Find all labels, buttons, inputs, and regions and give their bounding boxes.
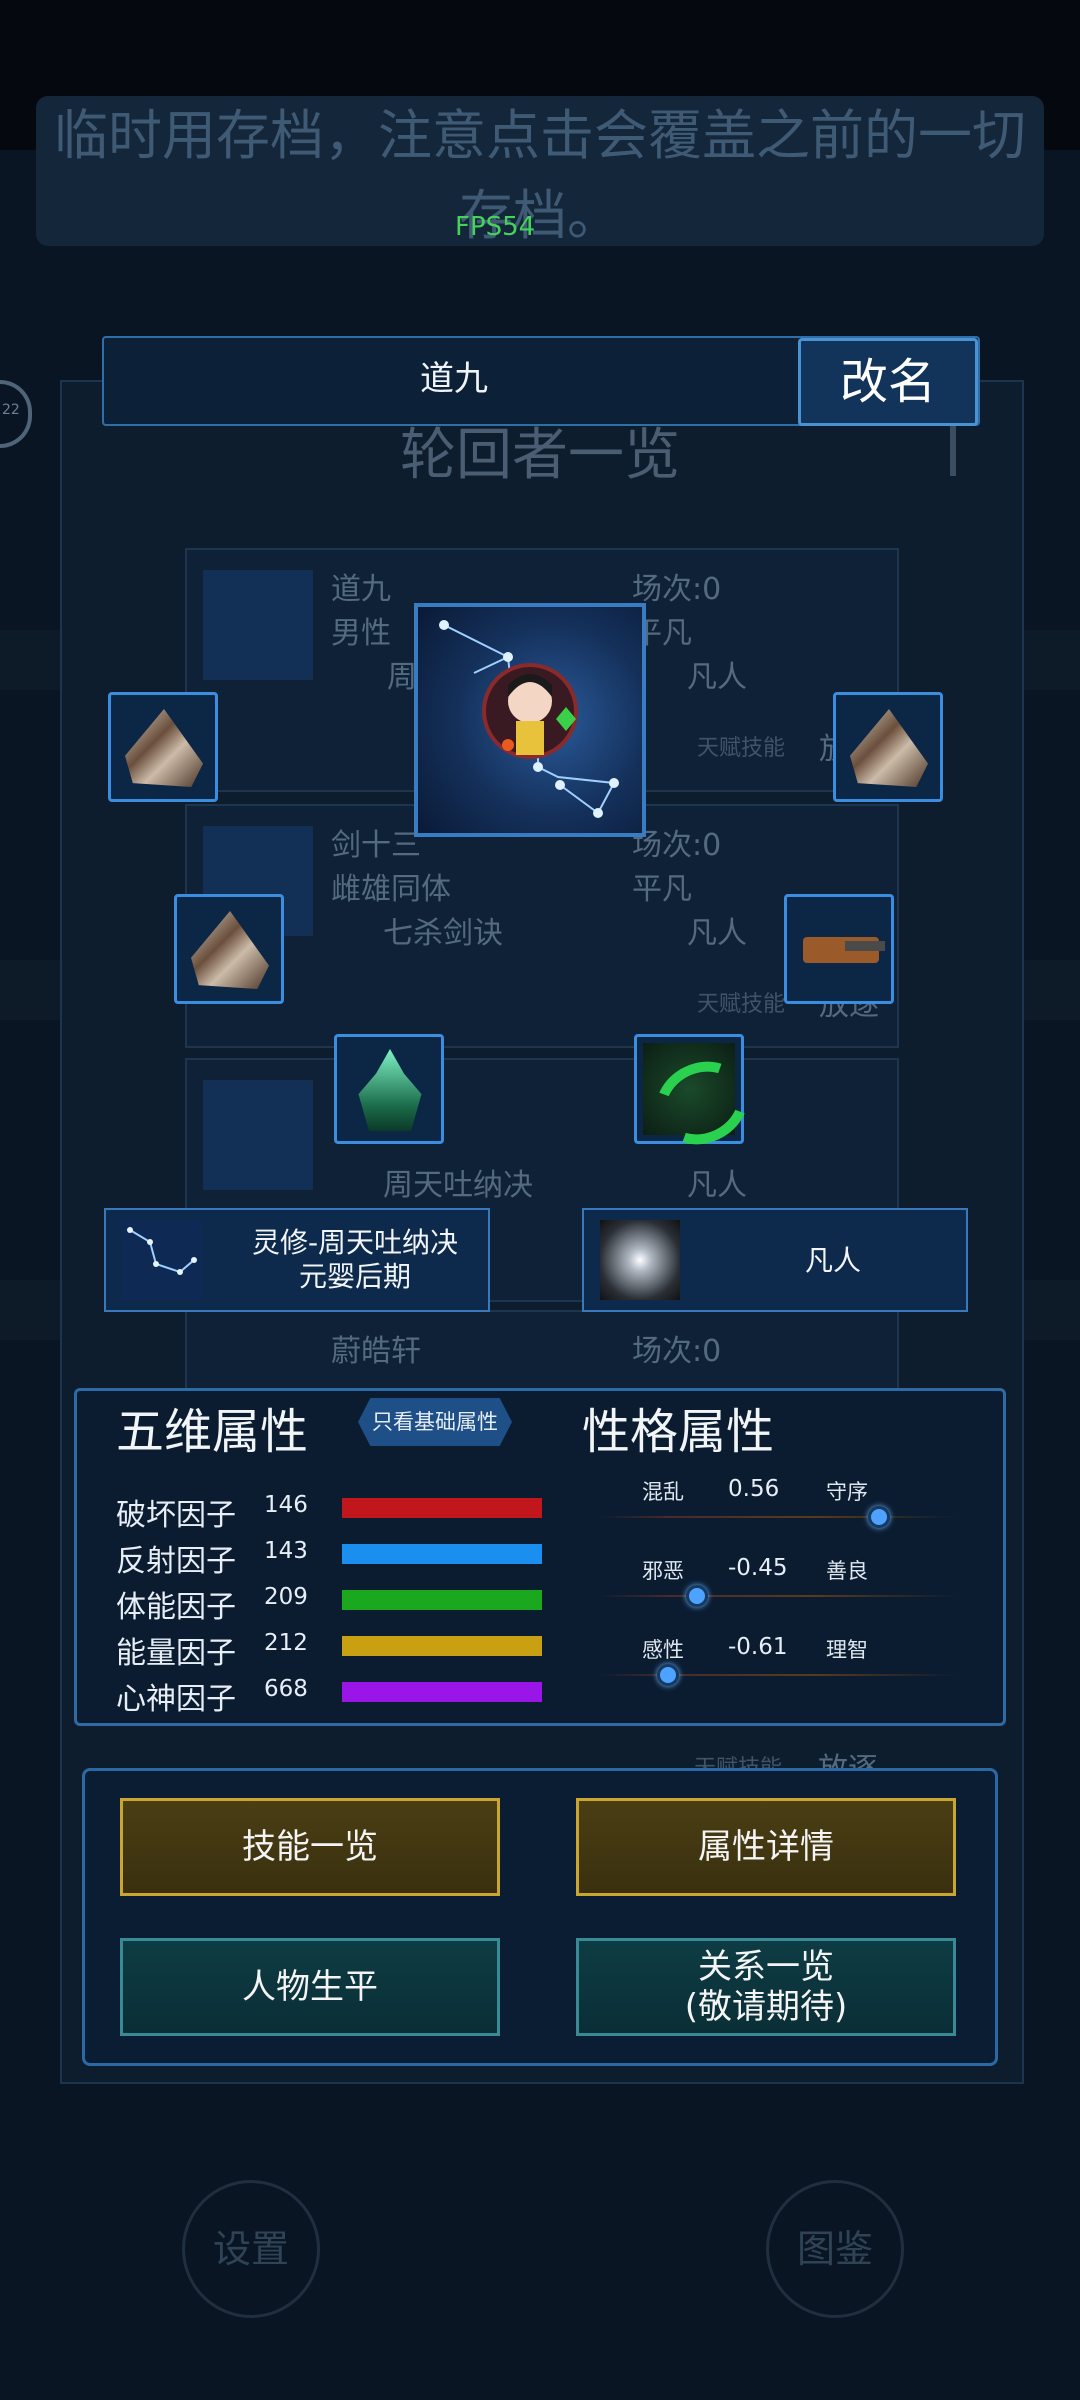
cultivation-box[interactable]: 灵修-周天吐纳决 元婴后期 xyxy=(104,1208,490,1312)
factor-label: 反射因子 xyxy=(116,1544,236,1579)
factor-bar xyxy=(342,1544,542,1564)
trait-slider-track xyxy=(598,1674,958,1676)
card-technique: 周天吐纳决 xyxy=(383,1168,533,1203)
factor-value: 143 xyxy=(264,1538,308,1564)
trait-value: 0.56 xyxy=(728,1476,780,1502)
card-body: 凡人 xyxy=(687,1168,747,1203)
card-name: 道九 xyxy=(331,572,391,607)
card-talent[interactable]: 天赋技能 xyxy=(697,730,785,762)
trait-left-label: 混乱 xyxy=(642,1480,684,1504)
rename-button[interactable]: 改名 xyxy=(798,338,978,426)
factor-label: 体能因子 xyxy=(116,1590,236,1625)
avatar xyxy=(203,1080,313,1190)
equip-slot-shell[interactable] xyxy=(833,692,943,802)
factor-value: 146 xyxy=(264,1492,308,1518)
skills-button[interactable]: 技能一览 xyxy=(120,1798,500,1896)
settings-button[interactable]: 设置 xyxy=(182,2180,320,2318)
physique-label: 凡人 xyxy=(804,1244,861,1277)
factor-label: 能量因子 xyxy=(116,1636,236,1671)
card-rank: 平凡 xyxy=(632,872,692,907)
fps-counter: FPS54 xyxy=(455,212,536,242)
relations-button[interactable]: 关系一览 (敬请期待) xyxy=(576,1938,956,2036)
character-portrait[interactable] xyxy=(414,603,646,837)
shotgun-icon xyxy=(803,937,885,963)
factor-bar xyxy=(342,1590,542,1610)
constellation-icon xyxy=(439,620,619,818)
only-base-attributes-toggle[interactable]: 只看基础属性 xyxy=(358,1398,512,1446)
avatar xyxy=(203,570,313,680)
five-dimension-title: 五维属性 xyxy=(116,1404,309,1460)
cultivation-technique: 灵修-周天吐纳决 xyxy=(251,1226,459,1259)
shell-icon xyxy=(191,911,269,989)
biography-button[interactable]: 人物生平 xyxy=(120,1938,500,2036)
factor-label: 破坏因子 xyxy=(116,1498,236,1533)
equip-slot-shell[interactable] xyxy=(174,894,284,1004)
trait-right-label: 理智 xyxy=(826,1638,868,1662)
card-body: 凡人 xyxy=(687,660,747,695)
factor-label: 心神因子 xyxy=(116,1682,236,1717)
card-talent[interactable]: 天赋技能 xyxy=(697,986,785,1018)
factor-value: 212 xyxy=(264,1630,308,1656)
attribute-details-button[interactable]: 属性详情 xyxy=(576,1798,956,1896)
trait-left-label: 感性 xyxy=(642,1638,684,1662)
card-body: 凡人 xyxy=(687,916,747,951)
trait-slider-knob xyxy=(867,1506,890,1528)
card-gender: 男性 xyxy=(331,616,391,651)
equip-slot-gun[interactable] xyxy=(784,894,894,1004)
factor-bar xyxy=(342,1636,542,1656)
shell-icon xyxy=(125,709,203,787)
trait-value: -0.45 xyxy=(728,1555,788,1581)
physique-box[interactable]: 凡人 xyxy=(582,1208,968,1312)
star-burst-icon xyxy=(600,1220,680,1300)
trait-right-label: 善良 xyxy=(826,1559,868,1583)
personality-title: 性格属性 xyxy=(582,1404,775,1460)
card-technique: 七杀剑诀 xyxy=(383,916,503,951)
trait-slider-track xyxy=(598,1516,958,1518)
equip-slot-crystal[interactable] xyxy=(334,1034,444,1144)
equip-slot-shell[interactable] xyxy=(108,692,218,802)
factor-bar xyxy=(342,1682,542,1702)
trait-slider-knob xyxy=(686,1585,708,1607)
save-notice: 临时用存档，注意点击会覆盖之前的一切存档。 xyxy=(36,96,1044,247)
factor-bar xyxy=(342,1498,542,1518)
card-name: 剑十三 xyxy=(331,828,421,863)
trait-value: -0.61 xyxy=(728,1634,788,1660)
crystal-icon xyxy=(358,1049,422,1131)
dna-icon xyxy=(642,1043,762,1160)
factor-value: 668 xyxy=(264,1676,308,1702)
card-scene: 场次:0 xyxy=(632,572,722,607)
equip-slot-dna[interactable] xyxy=(634,1034,762,1160)
card-name: 蔚皓轩 xyxy=(331,1334,421,1369)
card-gender: 雌雄同体 xyxy=(331,872,451,907)
cultivation-stage: 元婴后期 xyxy=(298,1260,411,1293)
shell-icon xyxy=(850,709,928,787)
trait-right-label: 守序 xyxy=(826,1480,868,1504)
constellation-thumb-icon xyxy=(122,1220,202,1300)
factor-value: 209 xyxy=(264,1584,308,1610)
trait-left-label: 邪恶 xyxy=(642,1559,684,1583)
trait-slider-track xyxy=(598,1595,958,1597)
codex-button[interactable]: 图鉴 xyxy=(766,2180,904,2318)
card-scene: 场次:0 xyxy=(632,1334,722,1369)
